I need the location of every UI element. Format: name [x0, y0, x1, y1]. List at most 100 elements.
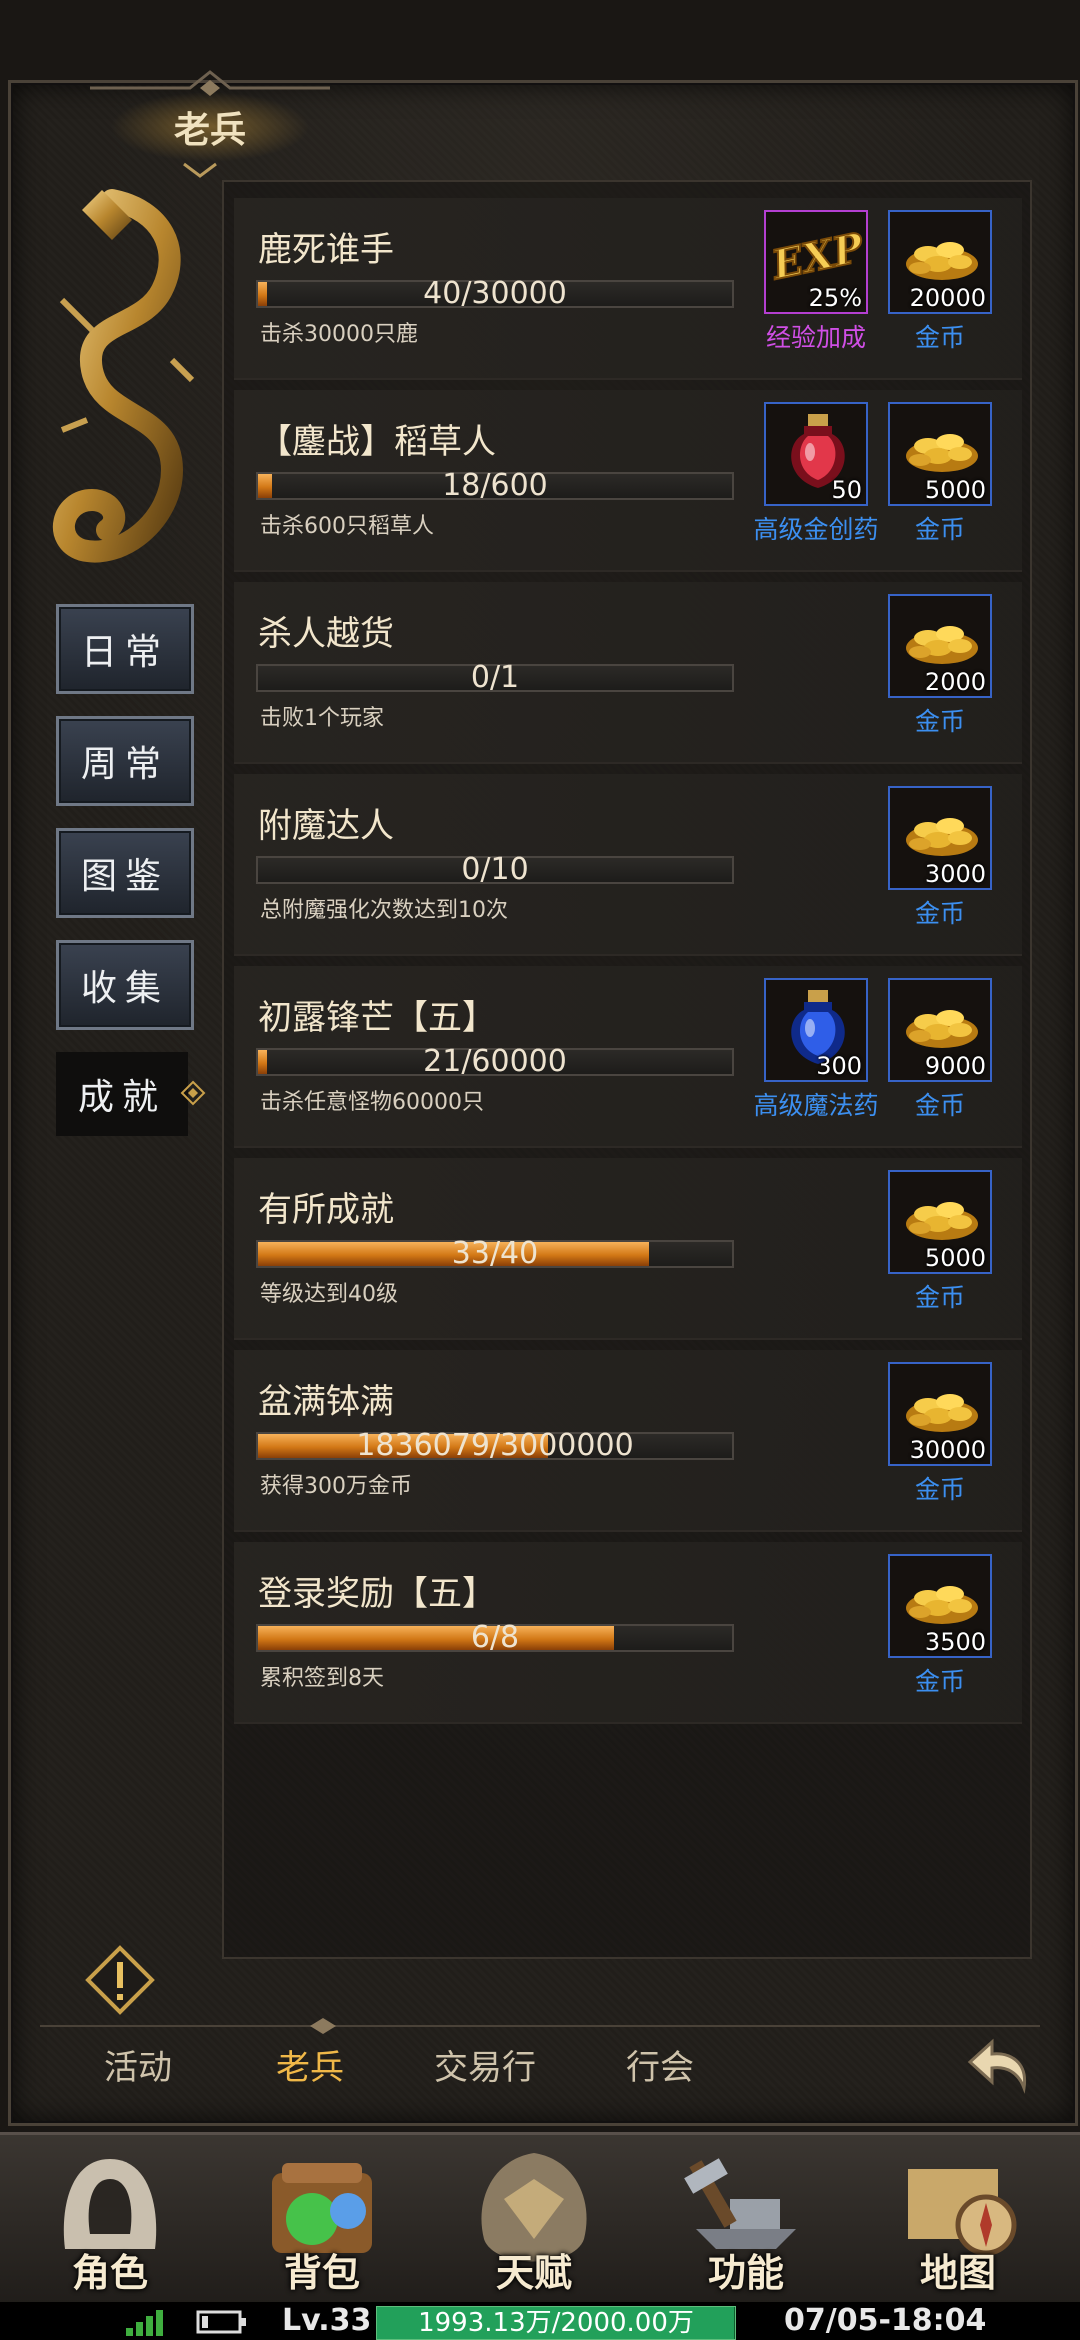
tab-divider-icon: [40, 2018, 1040, 2034]
achievement-row[interactable]: 鹿死谁手 40/30000 击杀30000只鹿 EXP 25% 经验加成 20000 金币: [234, 198, 1022, 380]
back-arrow-icon[interactable]: [966, 2032, 1036, 2096]
sidebar-item-2[interactable]: 图鉴: [56, 828, 194, 918]
tab-0[interactable]: 活动: [104, 2040, 172, 2089]
exp-bar: 1993.13万/2000.00万: [376, 2306, 736, 2340]
progress-bar: 6/8: [256, 1620, 734, 1655]
sidebar-item-1[interactable]: 周常: [56, 716, 194, 806]
bottom-navigation: 角色 背包 天赋 功能 地图: [0, 2132, 1080, 2305]
sidebar-item-0[interactable]: 日常: [56, 604, 194, 694]
reward-quantity: 25%: [808, 284, 862, 312]
title-chevron-icon: [183, 162, 217, 178]
achievement-row[interactable]: 初露锋芒【五】 21/60000 击杀任意怪物60000只 300 高级魔法药 9000 金…: [234, 966, 1022, 1148]
reward-item[interactable]: 50: [764, 402, 868, 506]
nav-item-label: 功能: [707, 2250, 784, 2295]
reward-item[interactable]: 2000: [888, 594, 992, 698]
progress-text: 0/10: [461, 852, 529, 887]
sidebar-item-label: 图鉴: [80, 856, 169, 897]
reward-quantity: 50: [831, 476, 862, 504]
reward-quantity: 5000: [924, 1244, 986, 1272]
sidebar-item-label: 收集: [80, 968, 169, 1009]
achievement-name: 登录奖励【五】: [258, 1574, 496, 1614]
player-level: Lv.33: [282, 2303, 372, 2338]
signal-icon: [126, 2310, 163, 2336]
reward-item[interactable]: 3000: [888, 786, 992, 890]
reward-item[interactable]: 5000: [888, 402, 992, 506]
svg-text:EXP: EXP: [768, 224, 868, 290]
tab-3[interactable]: 行会: [626, 2040, 694, 2089]
reward-quantity: 5000: [924, 476, 986, 504]
achievement-description: 总附魔强化次数达到10次: [260, 898, 508, 923]
achievement-description: 等级达到40级: [260, 1282, 398, 1307]
page-title: 老兵: [110, 92, 310, 162]
reward-item[interactable]: 3500: [888, 1554, 992, 1658]
sidebar-item-3[interactable]: 收集: [56, 940, 194, 1030]
achievement-row[interactable]: 有所成就 33/40 等级达到40级 5000 金币: [234, 1158, 1022, 1340]
achievement-name: 【鏖战】稻草人: [258, 422, 496, 462]
progress-bar: 0/1: [256, 660, 734, 695]
nav-item-3[interactable]: 功能: [646, 2135, 846, 2305]
achievement-name: 杀人越货: [258, 614, 394, 654]
reward-label: 金币: [914, 323, 965, 352]
progress-bar: 21/60000: [256, 1044, 734, 1079]
achievement-row[interactable]: 登录奖励【五】 6/8 累积签到8天 3500 金币: [234, 1542, 1022, 1724]
reward-quantity: 20000: [909, 284, 986, 312]
achievement-description: 击杀30000只鹿: [260, 322, 418, 347]
achievement-name: 有所成就: [258, 1190, 394, 1230]
progress-bar: 0/10: [256, 852, 734, 887]
reward-item[interactable]: 5000: [888, 1170, 992, 1274]
nav-item-1[interactable]: 背包: [222, 2135, 422, 2305]
achievement-name: 盆满钵满: [258, 1382, 394, 1422]
achievement-description: 击杀600只稻草人: [260, 514, 434, 539]
warning-icon[interactable]: [84, 1944, 156, 2016]
reward-label: 金币: [914, 1667, 965, 1696]
reward-label: 金币: [914, 707, 965, 736]
exp-text: 1993.13万/2000.00万: [418, 2308, 694, 2338]
reward-quantity: 3500: [924, 1628, 986, 1656]
reward-item[interactable]: 300: [764, 978, 868, 1082]
sidebar-item-4[interactable]: 成就: [56, 1052, 206, 1136]
progress-text: 33/40: [451, 1236, 539, 1271]
progress-bar: 33/40: [256, 1236, 734, 1271]
nav-item-label: 天赋: [495, 2250, 572, 2295]
reward-quantity: 3000: [924, 860, 986, 888]
reward-item[interactable]: 20000: [888, 210, 992, 314]
tab-1[interactable]: 老兵: [276, 2040, 344, 2089]
reward-label: 金币: [914, 1475, 965, 1504]
selected-diamond-icon: [180, 1080, 206, 1106]
achievement-row[interactable]: 杀人越货 0/1 击败1个玩家 2000 金币: [234, 582, 1022, 764]
battery-icon: [196, 2310, 246, 2334]
nav-item-0[interactable]: 角色: [10, 2135, 210, 2305]
achievement-description: 击杀任意怪物60000只: [260, 1090, 484, 1115]
reward-item[interactable]: EXP 25%: [764, 210, 868, 314]
reward-label: 金币: [914, 1283, 965, 1312]
progress-text: 1836079/3000000: [356, 1428, 634, 1463]
reward-label: 金币: [914, 515, 965, 544]
progress-text: 6/8: [470, 1620, 520, 1655]
progress-text: 21/60000: [423, 1044, 567, 1079]
progress-text: 40/30000: [423, 276, 567, 311]
nav-item-2[interactable]: 天赋: [434, 2135, 634, 2305]
sidebar-item-label: 成就: [77, 1077, 166, 1118]
progress-text: 0/1: [470, 660, 520, 695]
achievement-name: 鹿死谁手: [258, 230, 394, 270]
achievement-row[interactable]: 【鏖战】稻草人 18/600 击杀600只稻草人 50 高级金创药 5000 金币: [234, 390, 1022, 572]
achievement-description: 获得300万金币: [260, 1474, 412, 1499]
sidebar-item-label: 日常: [80, 632, 169, 673]
status-bar: Lv.33 1993.13万/2000.00万 07/05-18:04: [0, 2302, 1080, 2340]
reward-item[interactable]: 30000: [888, 1362, 992, 1466]
progress-bar: 18/600: [256, 468, 734, 503]
reward-label: 金币: [914, 1091, 965, 1120]
achievement-row[interactable]: 盆满钵满 1836079/3000000 获得300万金币 30000 金币: [234, 1350, 1022, 1532]
achievement-row[interactable]: 附魔达人 0/10 总附魔强化次数达到10次 3000 金币: [234, 774, 1022, 956]
reward-quantity: 2000: [924, 668, 986, 696]
reward-quantity: 30000: [909, 1436, 986, 1464]
sidebar-item-label: 周常: [80, 744, 169, 785]
nav-item-4[interactable]: 地图: [858, 2135, 1058, 2305]
tab-2[interactable]: 交易行: [434, 2040, 536, 2089]
clock: 07/05-18:04: [784, 2303, 987, 2338]
progress-text: 18/600: [442, 468, 548, 503]
reward-item[interactable]: 9000: [888, 978, 992, 1082]
achievement-name: 附魔达人: [258, 806, 394, 846]
achievement-name: 初露锋芒【五】: [258, 998, 496, 1038]
achievement-description: 击败1个玩家: [260, 706, 384, 731]
